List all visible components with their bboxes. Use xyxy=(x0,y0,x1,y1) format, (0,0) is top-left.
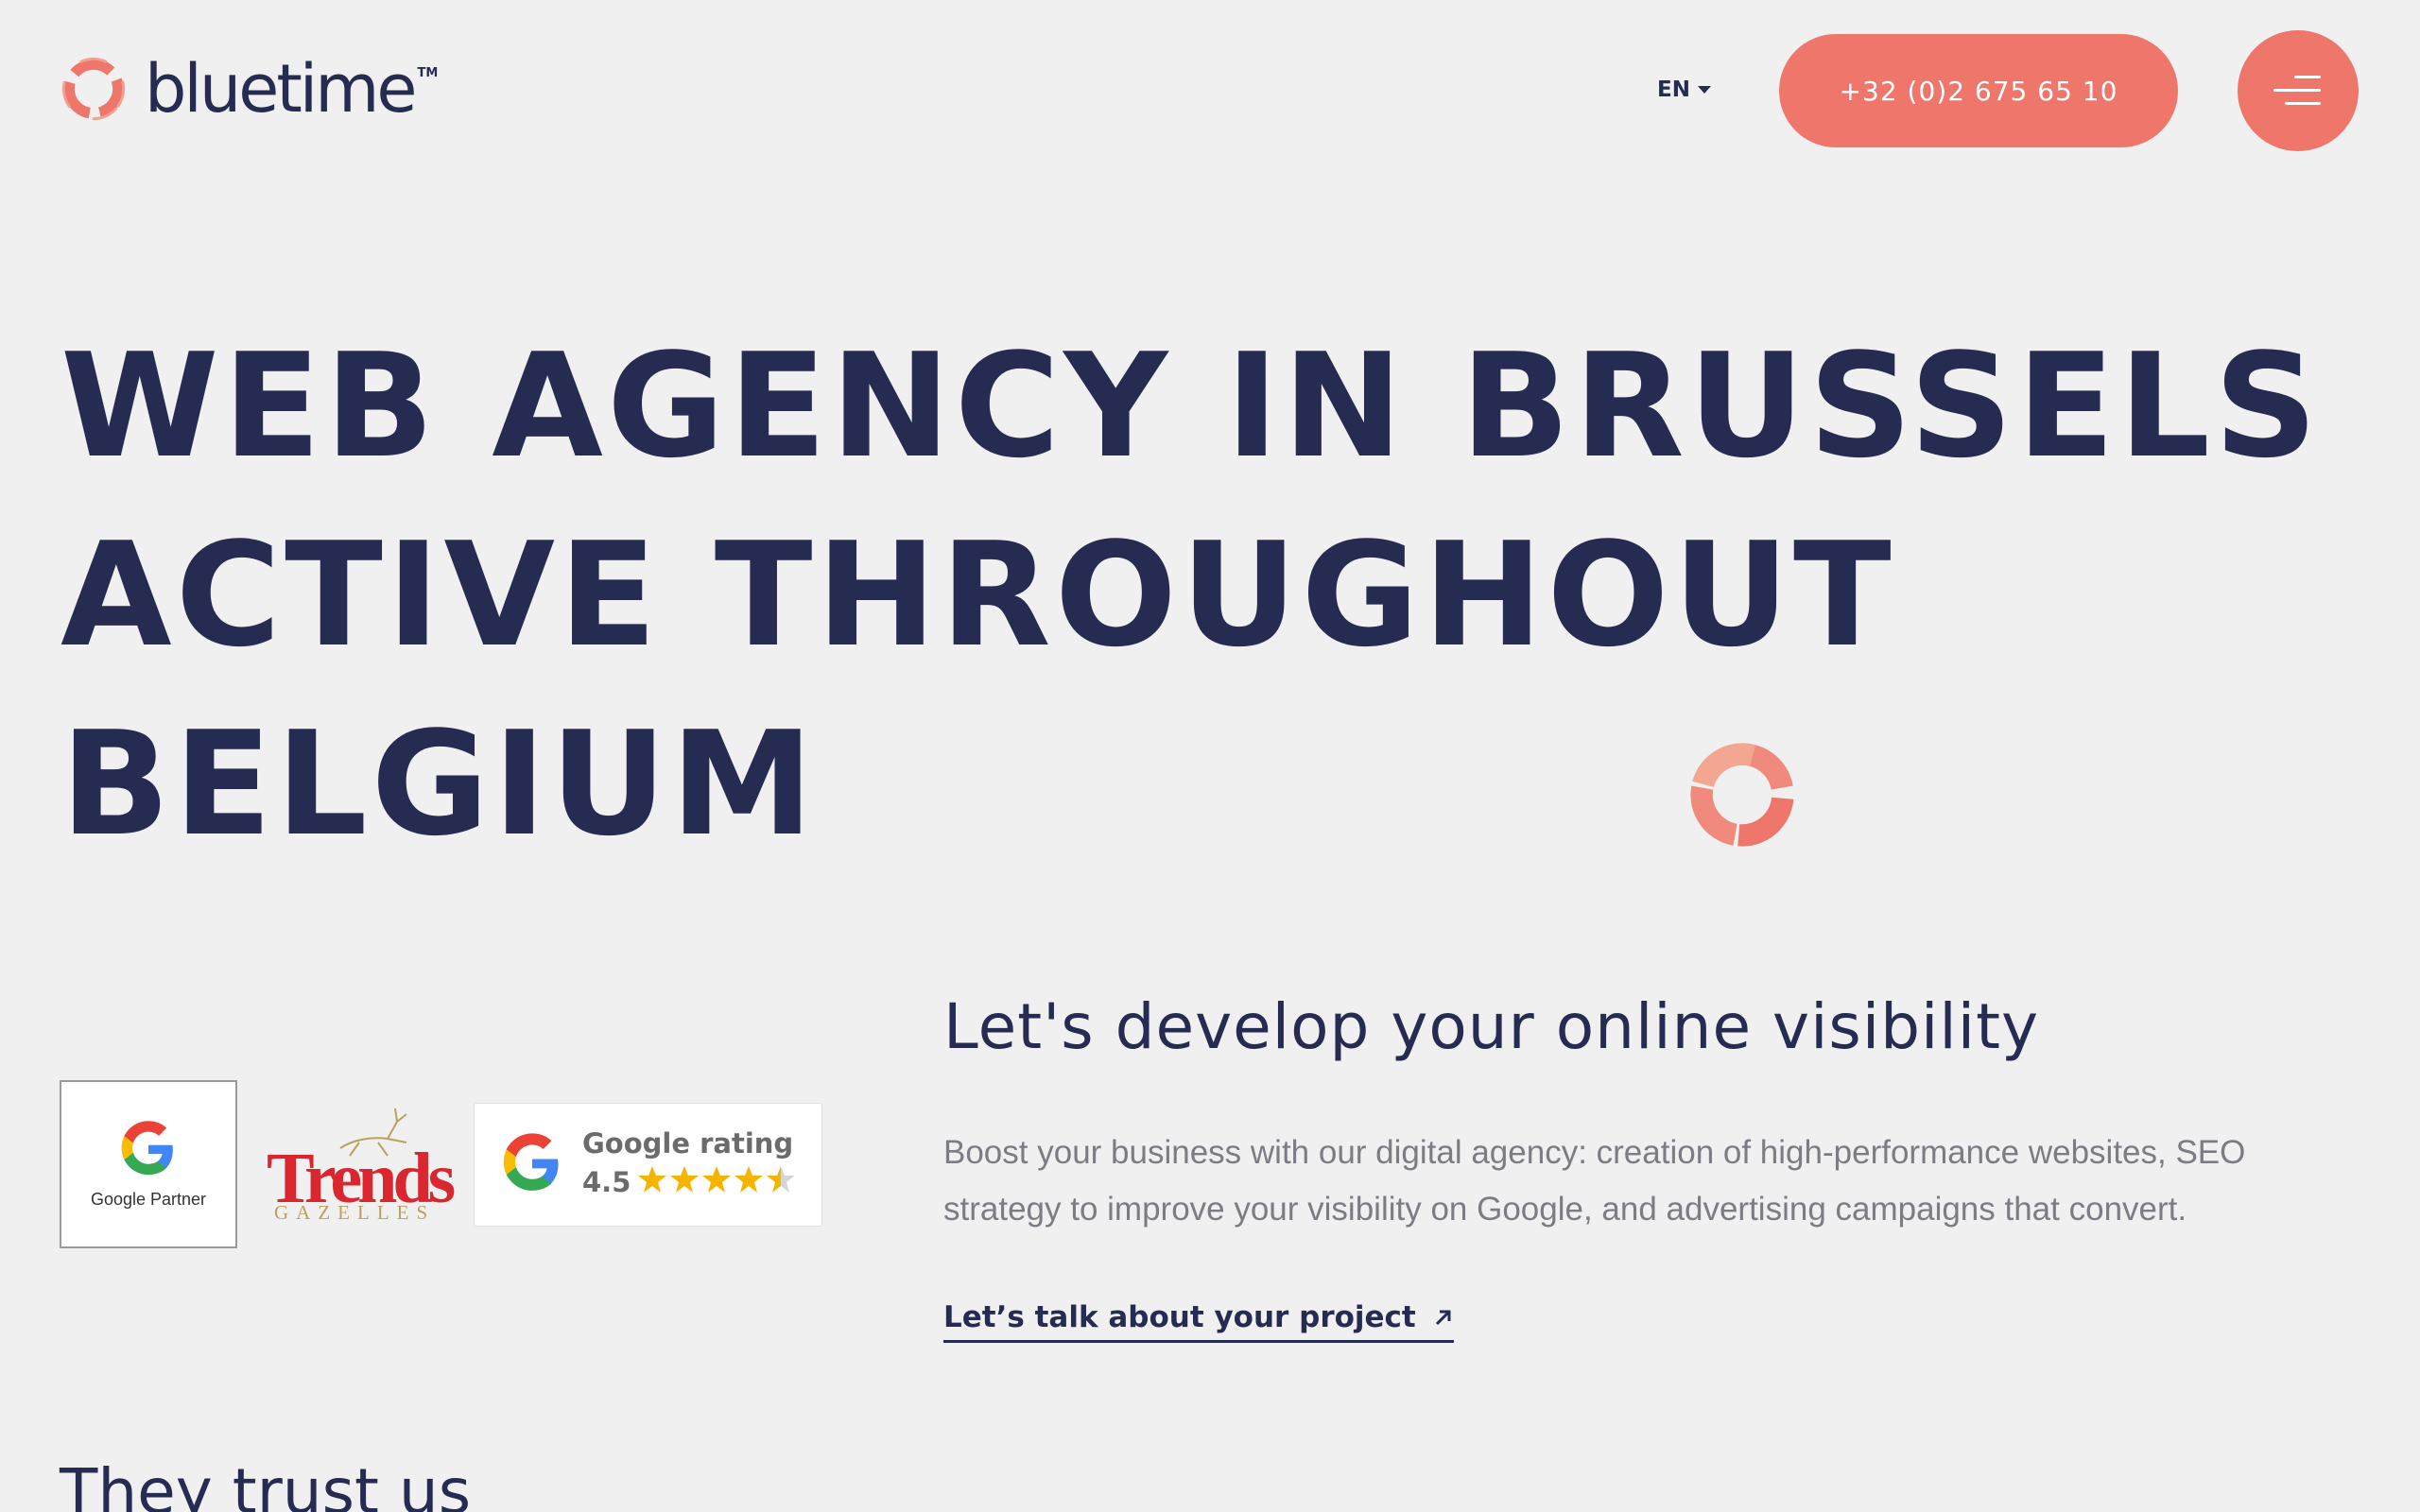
star-icon xyxy=(735,1166,763,1193)
google-g-icon xyxy=(121,1120,173,1175)
rating-title: Google rating xyxy=(582,1127,794,1160)
google-partner-label: Google Partner xyxy=(90,1189,207,1209)
rating-value: 4.5 xyxy=(582,1166,631,1198)
section-subtitle: Let's develop your online visibility xyxy=(943,990,2039,1063)
hero-title-line: ACTIVE THROUGHOUT xyxy=(60,511,1895,679)
logo-trademark: TM xyxy=(417,66,439,80)
logo-text: bluetime xyxy=(145,50,417,128)
hero-title-line: WEB AGENCY IN BRUSSELS xyxy=(60,322,2322,490)
star-icon xyxy=(638,1166,666,1193)
google-g-icon xyxy=(503,1133,559,1191)
menu-button[interactable] xyxy=(2238,30,2359,151)
project-cta-link[interactable]: Let’s talk about your project xyxy=(943,1300,1454,1343)
trust-section-title: They trust us xyxy=(60,1455,472,1512)
cta-label: Let’s talk about your project xyxy=(943,1300,1416,1334)
phone-button[interactable]: +32 (0)2 675 65 10 xyxy=(1779,34,2178,147)
google-rating-badge: Google rating 4.5 xyxy=(474,1103,822,1227)
star-icon xyxy=(767,1166,795,1193)
hero-title-line: BELGIUM xyxy=(60,700,818,868)
hero-title: WEB AGENCY IN BRUSSELS ACTIVE THROUGHOUT… xyxy=(60,312,2322,879)
language-label: EN xyxy=(1657,77,1690,102)
arrow-up-right-icon xyxy=(1435,1310,1451,1326)
bluetime-logo-icon xyxy=(1690,743,1794,847)
language-selector[interactable]: EN xyxy=(1657,77,1711,102)
trends-subtitle: GAZELLES xyxy=(274,1201,436,1224)
star-icon xyxy=(670,1166,699,1193)
bluetime-logo-icon xyxy=(61,57,126,121)
logo-link[interactable]: bluetime TM xyxy=(60,55,438,123)
section-description: Boost your business with our digital age… xyxy=(943,1134,2246,1228)
rating-stars xyxy=(637,1164,796,1194)
chevron-down-icon xyxy=(1697,86,1711,94)
star-icon xyxy=(702,1166,731,1193)
google-partner-badge: Google Partner xyxy=(60,1080,237,1248)
trends-gazelles-badge: Trends GAZELLES xyxy=(265,1101,456,1228)
